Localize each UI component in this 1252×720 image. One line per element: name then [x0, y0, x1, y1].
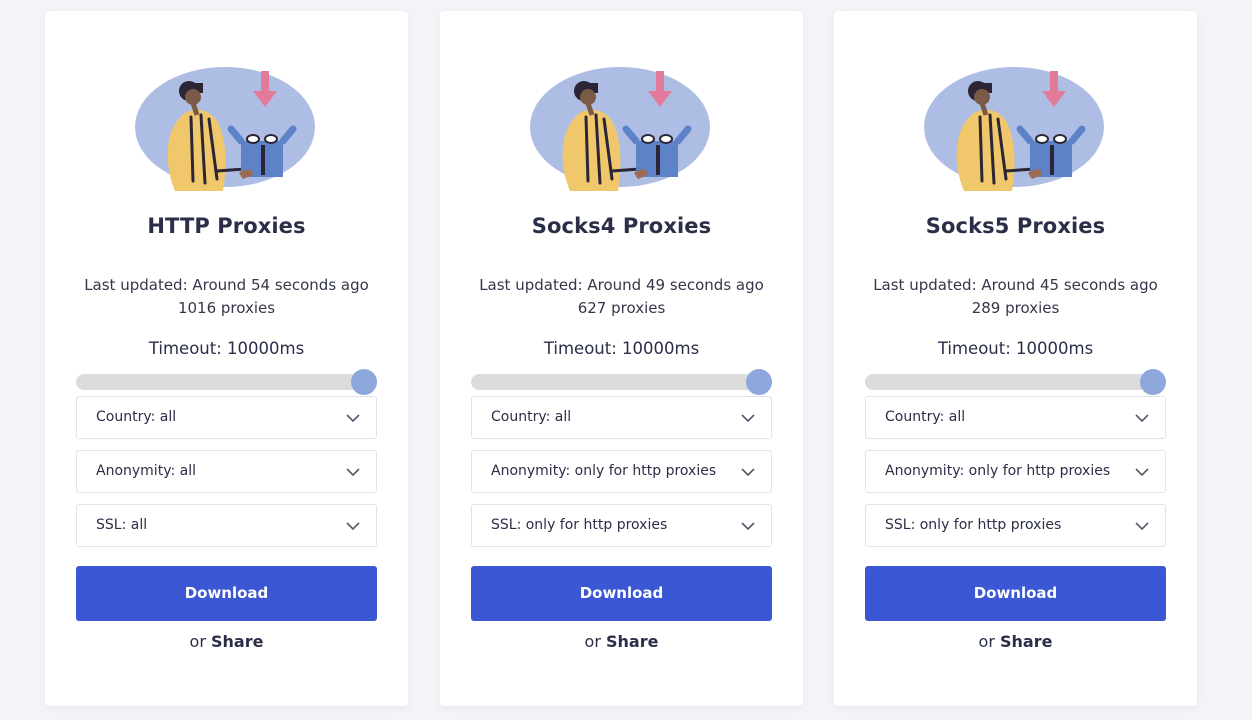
share-row: or Share	[45, 632, 408, 651]
person-unboxing-illustration	[530, 67, 710, 191]
card-title: Socks5 Proxies	[925, 214, 1106, 238]
last-updated-text: Last updated: Around 54 seconds ago	[84, 276, 369, 294]
ssl-select-value: SSL: only for http proxies	[885, 517, 1062, 533]
share-row: or Share	[834, 632, 1197, 651]
share-row: or Share	[440, 632, 803, 651]
download-button[interactable]: Download	[471, 566, 772, 621]
anonymity-select-value: Anonymity: all	[96, 463, 196, 479]
or-text: or	[584, 632, 601, 651]
chevron-down-icon	[1135, 522, 1149, 531]
country-select[interactable]: Country: all	[865, 396, 1166, 439]
proxy-count: 627 proxies	[577, 299, 666, 317]
share-link[interactable]: Share	[606, 632, 658, 651]
timeout-slider[interactable]	[471, 367, 772, 397]
or-text: or	[978, 632, 995, 651]
country-select-value: Country: all	[491, 409, 572, 425]
chevron-down-icon	[741, 522, 755, 531]
anonymity-select[interactable]: Anonymity: all	[76, 450, 377, 493]
or-text: or	[189, 632, 206, 651]
chevron-down-icon	[741, 414, 755, 423]
share-link[interactable]: Share	[1000, 632, 1052, 651]
proxy-count: 289 proxies	[971, 299, 1060, 317]
proxy-card-http: HTTP Proxies Last updated: Around 54 sec…	[45, 11, 408, 706]
anonymity-select[interactable]: Anonymity: only for http proxies	[471, 450, 772, 493]
slider-thumb[interactable]	[746, 369, 772, 395]
anonymity-select[interactable]: Anonymity: only for http proxies	[865, 450, 1166, 493]
proxy-count: 1016 proxies	[177, 299, 276, 317]
timeout-slider[interactable]	[865, 367, 1166, 397]
chevron-down-icon	[346, 522, 360, 531]
anonymity-select-value: Anonymity: only for http proxies	[885, 463, 1111, 479]
country-select-value: Country: all	[96, 409, 177, 425]
slider-thumb[interactable]	[351, 369, 377, 395]
chevron-down-icon	[741, 468, 755, 477]
card-title: Socks4 Proxies	[531, 214, 712, 238]
slider-track[interactable]	[76, 374, 377, 390]
last-updated-text: Last updated: Around 45 seconds ago	[873, 276, 1158, 294]
proxy-card-socks5: Socks5 Proxies Last updated: Around 45 s…	[834, 11, 1197, 706]
country-select-value: Country: all	[885, 409, 966, 425]
chevron-down-icon	[346, 468, 360, 477]
slider-track[interactable]	[471, 374, 772, 390]
download-button[interactable]: Download	[76, 566, 377, 621]
last-updated-text: Last updated: Around 49 seconds ago	[479, 276, 764, 294]
anonymity-select-value: Anonymity: only for http proxies	[491, 463, 717, 479]
timeout-slider[interactable]	[76, 367, 377, 397]
ssl-select[interactable]: SSL: only for http proxies	[865, 504, 1166, 547]
ssl-select-value: SSL: only for http proxies	[491, 517, 668, 533]
timeout-label: Timeout: 10000ms	[148, 339, 305, 358]
ssl-select[interactable]: SSL: all	[76, 504, 377, 547]
download-button[interactable]: Download	[865, 566, 1166, 621]
country-select[interactable]: Country: all	[471, 396, 772, 439]
proxy-card-socks4: Socks4 Proxies Last updated: Around 49 s…	[440, 11, 803, 706]
chevron-down-icon	[346, 414, 360, 423]
ssl-select-value: SSL: all	[96, 517, 148, 533]
slider-track[interactable]	[865, 374, 1166, 390]
card-title: HTTP Proxies	[147, 214, 306, 238]
share-link[interactable]: Share	[211, 632, 263, 651]
slider-thumb[interactable]	[1140, 369, 1166, 395]
chevron-down-icon	[1135, 468, 1149, 477]
timeout-label: Timeout: 10000ms	[543, 339, 700, 358]
country-select[interactable]: Country: all	[76, 396, 377, 439]
ssl-select[interactable]: SSL: only for http proxies	[471, 504, 772, 547]
person-unboxing-illustration	[924, 67, 1104, 191]
person-unboxing-illustration	[135, 67, 315, 191]
chevron-down-icon	[1135, 414, 1149, 423]
timeout-label: Timeout: 10000ms	[937, 339, 1094, 358]
